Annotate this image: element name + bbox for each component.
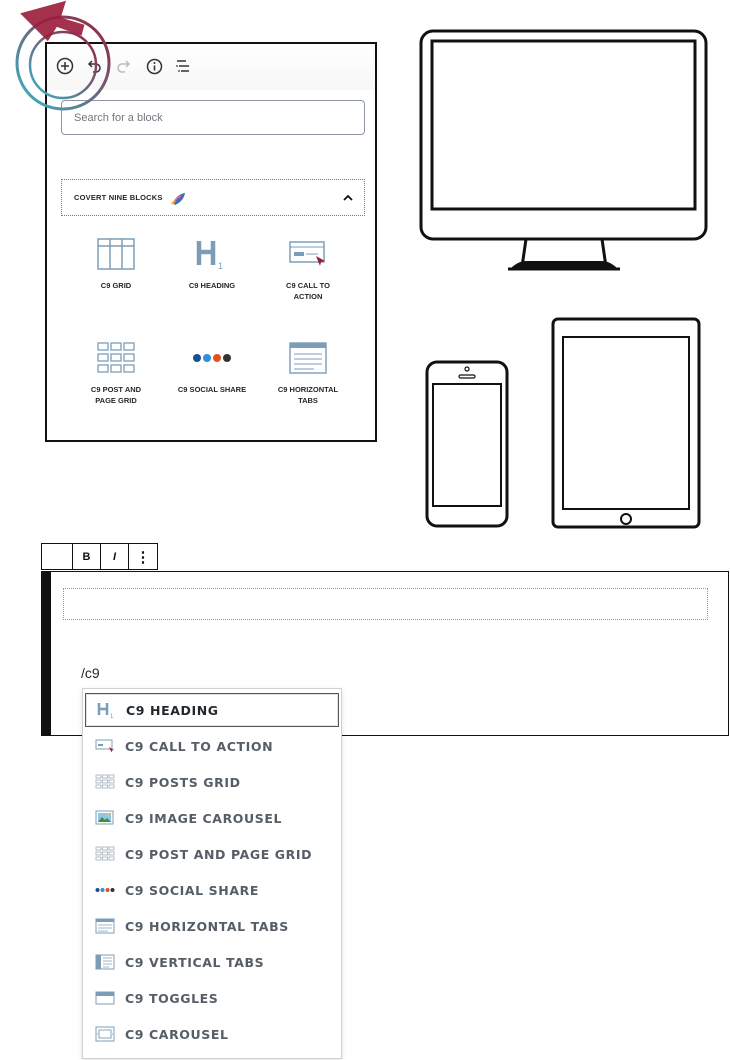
autocomplete-item-c9-call-to-action[interactable]: C9 CALL TO ACTION bbox=[85, 729, 339, 763]
autocomplete-item-label: C9 HORIZONTAL TABS bbox=[125, 918, 289, 934]
heading-icon: 1 bbox=[96, 702, 116, 718]
info-icon[interactable] bbox=[144, 56, 164, 76]
block-c9-post-and-page-grid[interactable]: C9 POST AND PAGE GRID bbox=[71, 338, 161, 406]
block-label: C9 POST AND PAGE GRID bbox=[90, 385, 142, 405]
post-grid-icon bbox=[95, 846, 115, 862]
autocomplete-item-c9-vertical-tabs[interactable]: C9 VERTICAL TABS bbox=[85, 945, 339, 979]
horizontal-tabs-icon bbox=[95, 918, 115, 934]
block-label: C9 CALL TO ACTION bbox=[286, 281, 330, 301]
autocomplete-item-label: C9 SOCIAL SHARE bbox=[125, 882, 259, 898]
block-c9-heading[interactable]: 1 C9 HEADING bbox=[167, 234, 257, 291]
heading-icon: 1 bbox=[190, 234, 234, 274]
highlight-pointer-icon bbox=[15, 0, 111, 111]
block-c9-grid[interactable]: C9 GRID bbox=[71, 234, 161, 291]
rocket-icon bbox=[170, 191, 187, 205]
autocomplete-item-c9-image-carousel[interactable]: C9 IMAGE CAROUSEL bbox=[85, 801, 339, 835]
autocomplete-item-c9-heading[interactable]: 1 C9 HEADING bbox=[85, 693, 339, 727]
italic-button[interactable]: I bbox=[101, 544, 129, 569]
smartphone-icon bbox=[425, 360, 509, 528]
empty-block-placeholder[interactable] bbox=[63, 588, 708, 620]
bold-button[interactable]: B bbox=[73, 544, 101, 569]
posts-grid-icon bbox=[95, 774, 115, 790]
toggles-icon bbox=[95, 990, 115, 1006]
social-share-icon bbox=[95, 882, 115, 898]
autocomplete-item-label: C9 CAROUSEL bbox=[125, 1026, 229, 1042]
svg-text:1: 1 bbox=[110, 714, 114, 718]
post-grid-icon bbox=[94, 338, 138, 378]
more-options-button[interactable]: ⋮ bbox=[129, 544, 157, 569]
block-navigation-icon[interactable] bbox=[173, 56, 193, 76]
autocomplete-item-label: C9 HEADING bbox=[126, 702, 219, 718]
block-c9-social-share[interactable]: C9 SOCIAL SHARE bbox=[167, 338, 257, 395]
horizontal-tabs-icon bbox=[286, 338, 330, 378]
block-label: C9 HORIZONTAL TABS bbox=[277, 385, 339, 405]
carousel-icon bbox=[95, 1026, 115, 1042]
block-label: C9 SOCIAL SHARE bbox=[177, 385, 247, 394]
svg-text:1: 1 bbox=[218, 261, 223, 270]
autocomplete-item-label: C9 POST AND PAGE GRID bbox=[125, 846, 313, 862]
slash-command-text[interactable]: /c9 bbox=[81, 665, 100, 681]
format-toolbar: B I ⋮ bbox=[41, 543, 158, 570]
autocomplete-item-c9-post-and-page-grid[interactable]: C9 POST AND PAGE GRID bbox=[85, 837, 339, 871]
image-carousel-icon bbox=[95, 810, 115, 826]
autocomplete-item-c9-social-share[interactable]: C9 SOCIAL SHARE bbox=[85, 873, 339, 907]
autocomplete-item-c9-posts-grid[interactable]: C9 POSTS GRID bbox=[85, 765, 339, 799]
autocomplete-item-c9-horizontal-tabs[interactable]: C9 HORIZONTAL TABS bbox=[85, 909, 339, 943]
autocomplete-item-label: C9 VERTICAL TABS bbox=[125, 954, 265, 970]
autocomplete-item-label: C9 IMAGE CAROUSEL bbox=[125, 810, 283, 826]
block-autocomplete-list: 1 C9 HEADING C9 CALL TO ACTION C9 POSTS … bbox=[82, 688, 342, 1059]
tablet-icon bbox=[551, 317, 701, 529]
call-to-action-icon bbox=[95, 738, 115, 754]
social-share-icon bbox=[190, 338, 234, 378]
grid-icon bbox=[94, 234, 138, 274]
autocomplete-item-label: C9 POSTS GRID bbox=[125, 774, 241, 790]
autocomplete-item-label: C9 CALL TO ACTION bbox=[125, 738, 274, 754]
block-label: C9 HEADING bbox=[188, 281, 236, 290]
block-c9-horizontal-tabs[interactable]: C9 HORIZONTAL TABS bbox=[263, 338, 353, 406]
chevron-up-icon[interactable] bbox=[342, 191, 354, 203]
autocomplete-item-label: C9 TOGGLES bbox=[125, 990, 219, 1006]
block-c9-call-to-action[interactable]: C9 CALL TO ACTION bbox=[263, 234, 353, 302]
vertical-tabs-icon bbox=[95, 954, 115, 970]
autocomplete-item-c9-toggles[interactable]: C9 TOGGLES bbox=[85, 981, 339, 1015]
call-to-action-icon bbox=[286, 234, 330, 274]
desktop-monitor-icon bbox=[419, 29, 708, 271]
category-panel-header[interactable]: COVERT NINE BLOCKS bbox=[61, 179, 365, 216]
block-label: C9 GRID bbox=[100, 281, 132, 290]
toolbar-spacer bbox=[42, 544, 73, 569]
category-title: COVERT NINE BLOCKS bbox=[74, 193, 163, 202]
autocomplete-item-c9-carousel[interactable]: C9 CAROUSEL bbox=[85, 1017, 339, 1051]
